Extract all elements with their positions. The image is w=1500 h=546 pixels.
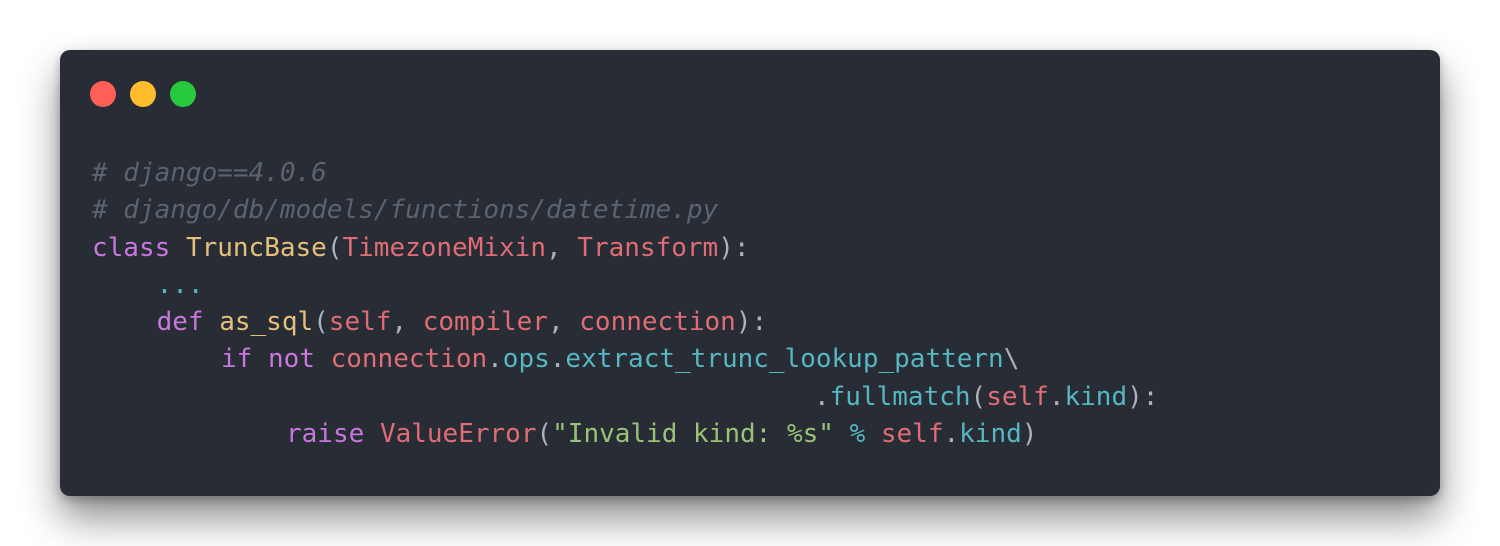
base-class-2: Transform xyxy=(577,232,719,263)
code-line-7: .fullmatch(self.kind): xyxy=(92,379,1158,416)
code-line-4: ... xyxy=(92,267,1158,304)
comment-version: # django==4.0.6 xyxy=(92,158,327,188)
attr-ops: ops xyxy=(502,344,550,375)
code-line-3: class TruncBase(TimezoneMixin, Transform… xyxy=(92,230,1158,267)
string-literal: "Invalid kind: %s" xyxy=(552,419,834,450)
keyword-not: not xyxy=(267,344,315,375)
var-self: self xyxy=(986,381,1049,412)
paren-open: ( xyxy=(313,307,329,338)
code-line-1: # django==4.0.6 xyxy=(92,155,1158,192)
line-continuation: \ xyxy=(1003,344,1020,375)
comma: , xyxy=(547,307,580,338)
attr-kind: kind xyxy=(1064,381,1128,412)
var-connection: connection xyxy=(330,344,488,375)
keyword-class: class xyxy=(92,232,171,263)
code-line-5: def as_sql(self, compiler, connection): xyxy=(92,304,1158,341)
code-window: # django==4.0.6 # django/db/models/functi… xyxy=(60,50,1440,496)
operator-percent: % xyxy=(849,419,866,450)
class-name: TruncBase xyxy=(185,232,327,263)
zoom-dot-icon[interactable] xyxy=(170,81,196,107)
param-connection: connection xyxy=(579,307,736,338)
function-name: as_sql xyxy=(219,307,314,338)
code-line-2: # django/db/models/functions/datetime.py xyxy=(92,192,1158,229)
paren-open: ( xyxy=(326,232,343,263)
param-compiler: compiler xyxy=(422,307,548,338)
dot: . xyxy=(943,419,960,450)
base-class-1: TimezoneMixin xyxy=(342,232,546,263)
attr-kind: kind xyxy=(959,419,1022,450)
paren-close: ): xyxy=(735,307,768,338)
comma: , xyxy=(391,307,423,338)
code-line-8: raise ValueError("Invalid kind: %s" % se… xyxy=(92,416,1158,453)
paren-close: ): xyxy=(718,232,750,263)
window-controls xyxy=(90,81,196,107)
dot: . xyxy=(814,381,830,412)
minimize-dot-icon[interactable] xyxy=(130,81,156,107)
attr-extract-trunc-lookup-pattern: extract_trunc_lookup_pattern xyxy=(565,344,1004,375)
comma: , xyxy=(545,232,578,263)
method-fullmatch: fullmatch xyxy=(829,381,971,412)
paren-close: ) xyxy=(1021,419,1038,450)
code-line-6: if not connection.ops.extract_trunc_look… xyxy=(92,341,1158,378)
ellipsis: ... xyxy=(156,269,204,300)
close-dot-icon[interactable] xyxy=(90,81,116,107)
paren-close: ): xyxy=(1127,381,1159,412)
code-block: # django==4.0.6 # django/db/models/functi… xyxy=(92,155,1158,453)
comment-path: # django/db/models/functions/datetime.py xyxy=(92,195,719,226)
paren-open: ( xyxy=(970,381,987,412)
param-self: self xyxy=(328,307,392,338)
keyword-raise: raise xyxy=(286,419,365,450)
dot: . xyxy=(549,344,566,375)
dot: . xyxy=(487,344,503,375)
exception-name: ValueError xyxy=(379,419,537,450)
keyword-def: def xyxy=(156,307,204,338)
var-self: self xyxy=(880,419,944,450)
keyword-if: if xyxy=(221,344,253,375)
dot: . xyxy=(1048,381,1065,412)
paren-open: ( xyxy=(536,419,553,450)
